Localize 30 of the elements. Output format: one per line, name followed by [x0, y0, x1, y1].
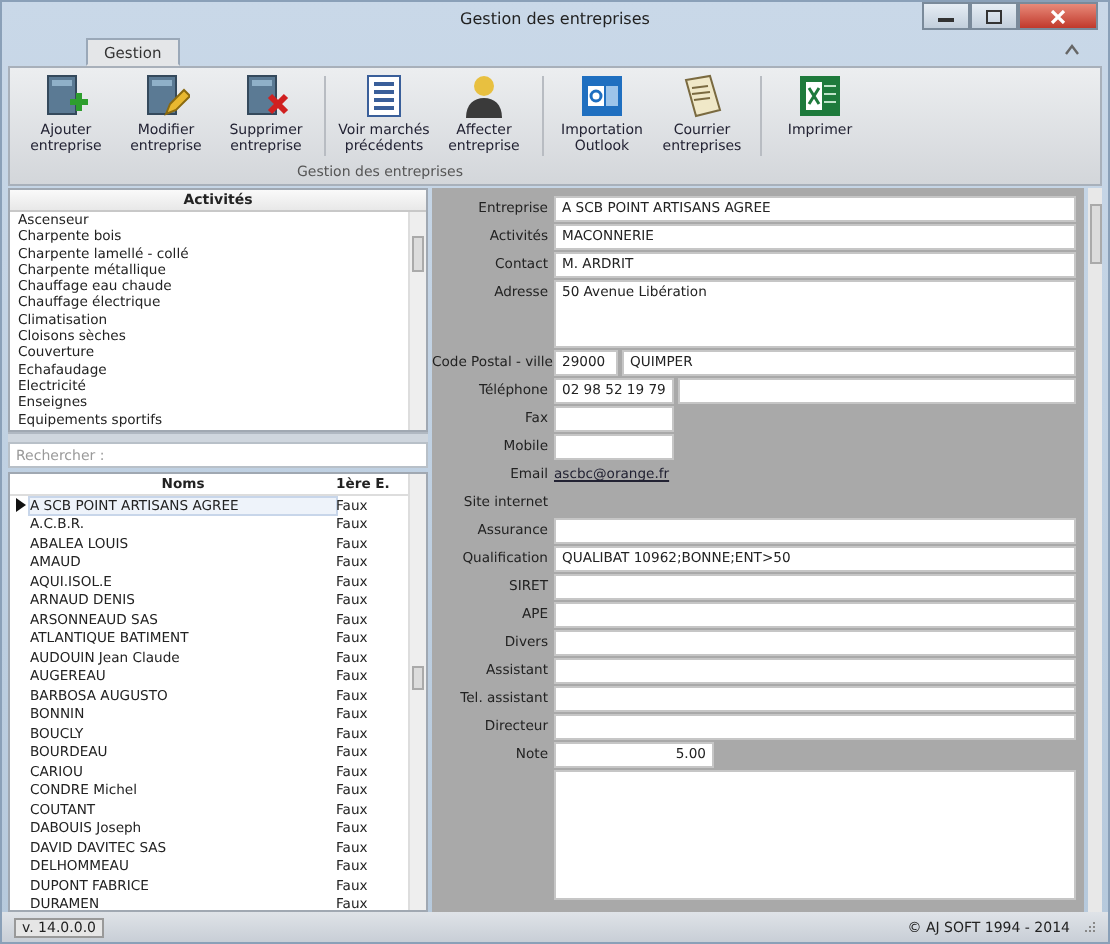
outlook-icon [578, 72, 626, 120]
scrollbar[interactable] [1088, 188, 1102, 912]
window-title: Gestion des entreprises [460, 10, 650, 28]
document-add-icon [42, 72, 90, 120]
input-field[interactable] [554, 686, 1076, 712]
spreadsheet-icon [796, 72, 844, 120]
maximize-icon [986, 9, 1002, 23]
document-delete-icon [242, 72, 290, 120]
input-field[interactable] [554, 630, 1076, 656]
notes-text-area[interactable] [554, 770, 1076, 900]
input-field[interactable] [554, 406, 674, 432]
collapse-ribbon-icon[interactable] [1064, 44, 1080, 56]
row-pointer-icon [15, 498, 25, 513]
maximize-button[interactable] [970, 2, 1018, 30]
input-field[interactable] [554, 602, 1076, 628]
input-field[interactable] [554, 574, 1076, 600]
input-field[interactable] [678, 378, 1076, 404]
splitter-handle[interactable] [8, 432, 428, 442]
close-button[interactable] [1018, 2, 1098, 30]
input-field[interactable] [554, 518, 1076, 544]
input-field[interactable] [554, 714, 1076, 740]
scrollbar[interactable] [408, 474, 426, 910]
scrollbar[interactable] [408, 212, 426, 430]
minimize-button[interactable] [922, 2, 970, 30]
resize-grip-icon[interactable] [1082, 920, 1096, 934]
close-icon [1050, 9, 1066, 23]
input-field[interactable] [554, 434, 674, 460]
document-edit-icon [142, 72, 190, 120]
person-icon [460, 72, 508, 120]
input-field[interactable] [554, 658, 1076, 684]
